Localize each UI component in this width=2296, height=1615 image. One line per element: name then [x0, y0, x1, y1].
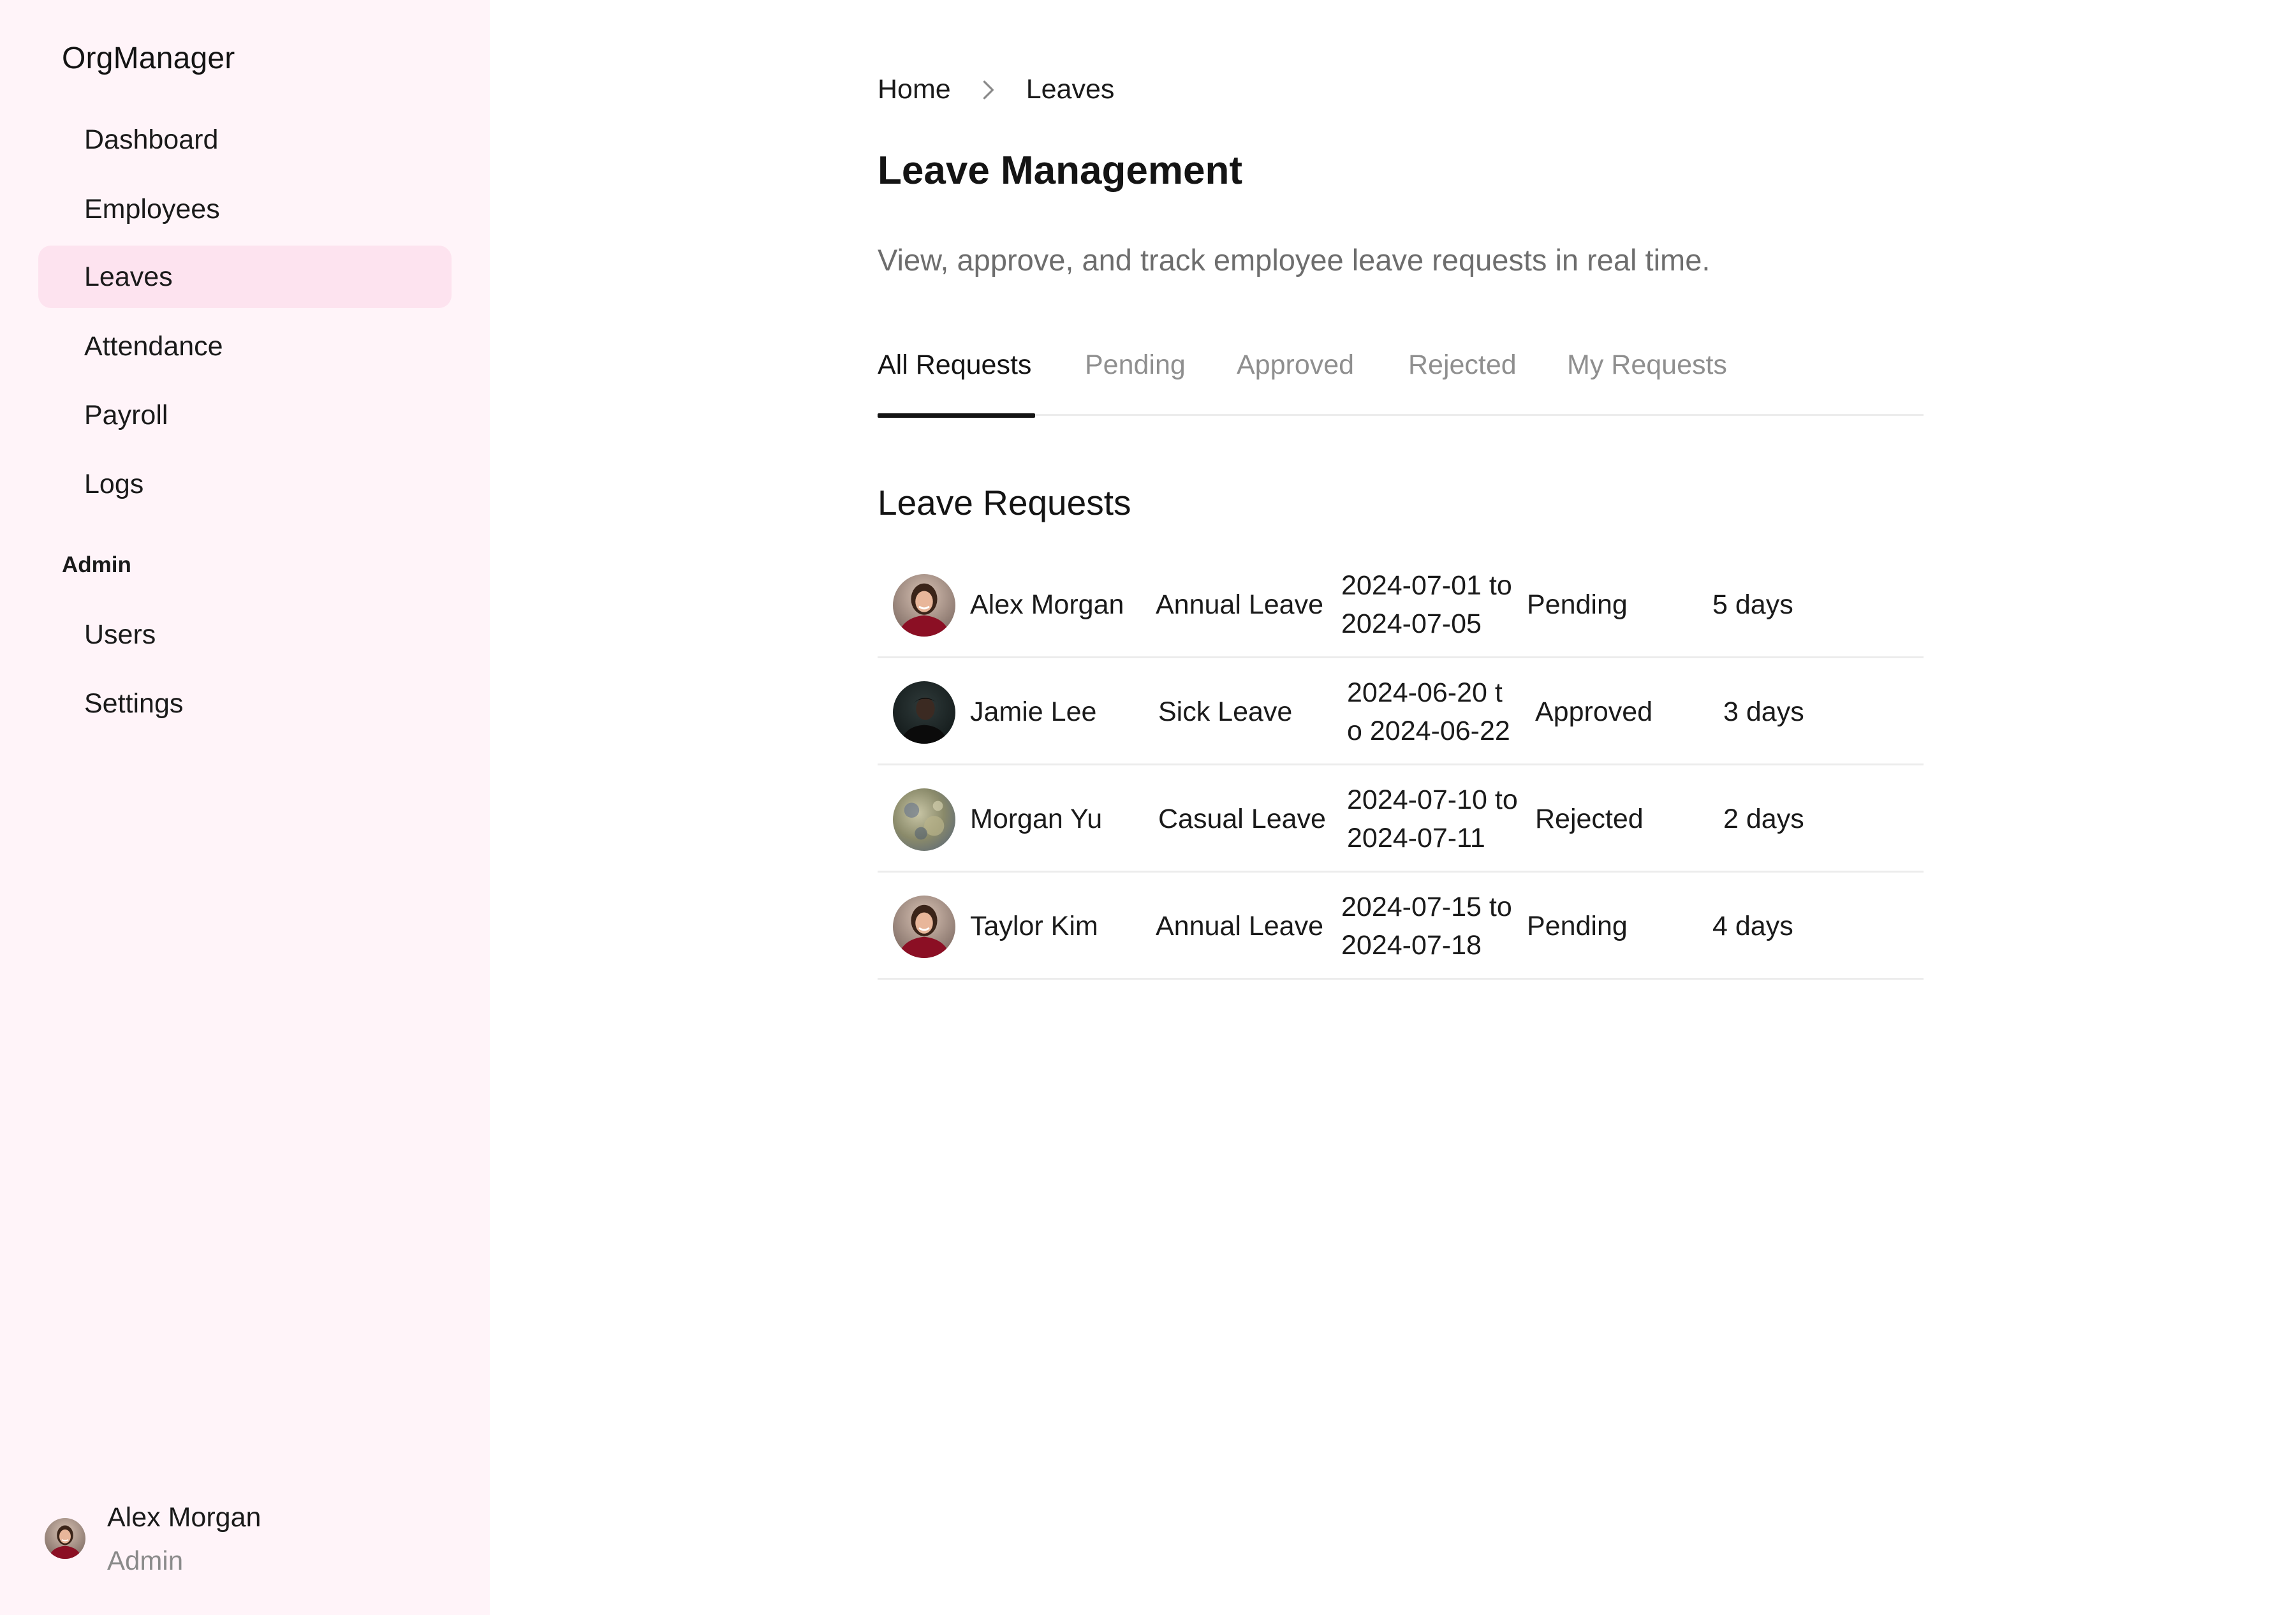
sidebar-item-settings[interactable]: Settings [38, 672, 452, 735]
tab-approved[interactable]: Approved [1237, 350, 1354, 416]
employee-name: Jamie Lee [970, 697, 1097, 727]
avatar [893, 681, 955, 744]
sidebar-item-label: Users [84, 619, 156, 650]
status-badge: Pending [1527, 911, 1628, 941]
breadcrumb: Home Leaves [878, 74, 1114, 105]
tab-pending[interactable]: Pending [1085, 350, 1186, 416]
page-title: Leave Management [878, 149, 1242, 193]
leave-duration: 3 days [1723, 697, 1804, 727]
sidebar-item-attendance[interactable]: Attendance [38, 315, 452, 378]
breadcrumb-home[interactable]: Home [878, 74, 951, 105]
table-row[interactable]: Alex Morgan Annual Leave 2024-07-01 to 2… [878, 551, 1924, 658]
sidebar-item-label: Settings [84, 688, 184, 719]
employee-name: Taylor Kim [970, 911, 1098, 941]
leave-duration: 5 days [1712, 589, 1793, 620]
tab-all-requests[interactable]: All Requests [878, 350, 1036, 418]
sidebar-item-dashboard[interactable]: Dashboard [38, 108, 452, 171]
sidebar-item-logs[interactable]: Logs [38, 453, 452, 515]
sidebar-item-label: Logs [84, 468, 144, 499]
sidebar-item-label: Leaves [84, 261, 173, 292]
table-row[interactable]: Morgan Yu Casual Leave 2024-07-10 to 202… [878, 765, 1924, 873]
sidebar-item-users[interactable]: Users [38, 603, 452, 666]
sidebar-item-label: Payroll [84, 399, 168, 431]
employee-name: Alex Morgan [970, 589, 1124, 620]
brand-name: OrgManager [62, 41, 235, 75]
sidebar-item-leaves[interactable]: Leaves [38, 246, 452, 308]
breadcrumb-current: Leaves [1026, 74, 1115, 105]
leave-requests-table: Alex Morgan Annual Leave 2024-07-01 to 2… [878, 551, 1924, 980]
leave-type: Annual Leave [1156, 911, 1323, 941]
leave-dates: 2024-06-20 to 2024-06-22 [1347, 677, 1510, 746]
avatar [45, 1518, 85, 1559]
leave-dates: 2024-07-15 to 2024-07-18 [1341, 892, 1512, 961]
status-badge: Pending [1527, 589, 1628, 620]
leave-duration: 2 days [1723, 804, 1804, 834]
sidebar-item-label: Attendance [84, 330, 223, 362]
current-user-name: Alex Morgan [107, 1502, 261, 1533]
leave-type: Sick Leave [1158, 697, 1293, 727]
leave-type: Casual Leave [1158, 804, 1326, 834]
tab-rejected[interactable]: Rejected [1408, 350, 1517, 416]
leave-dates: 2024-07-01 to 2024-07-05 [1341, 570, 1512, 639]
sidebar-item-label: Dashboard [84, 124, 219, 155]
tab-my-requests[interactable]: My Requests [1567, 350, 1727, 416]
status-badge: Approved [1535, 697, 1653, 727]
leave-duration: 4 days [1712, 911, 1793, 941]
table-row[interactable]: Taylor Kim Annual Leave 2024-07-15 to 20… [878, 873, 1924, 980]
current-user-role: Admin [107, 1545, 184, 1575]
sidebar-item-label: Employees [84, 193, 220, 225]
leave-type: Annual Leave [1156, 589, 1323, 620]
chevron-right-icon [974, 76, 1002, 104]
tab-bar: All Requests Pending Approved Rejected M… [878, 350, 1924, 418]
status-badge: Rejected [1535, 804, 1644, 834]
app-root: OrgManager Dashboard Employees Leaves At… [0, 0, 2296, 1615]
current-user-card[interactable]: Alex Morgan Admin [45, 1495, 261, 1582]
sidebar-item-payroll[interactable]: Payroll [38, 384, 452, 446]
avatar [893, 788, 955, 851]
avatar [893, 896, 955, 958]
sidebar: OrgManager Dashboard Employees Leaves At… [0, 0, 490, 1615]
employee-name: Morgan Yu [970, 804, 1103, 834]
leave-dates: 2024-07-10 to 2024-07-11 [1347, 785, 1518, 853]
avatar [893, 574, 955, 637]
sidebar-item-employees[interactable]: Employees [38, 178, 452, 240]
page-subtitle: View, approve, and track employee leave … [878, 243, 1711, 277]
table-row[interactable]: Jamie Lee Sick Leave 2024-06-20 to 2024-… [878, 658, 1924, 765]
leave-requests-title: Leave Requests [878, 483, 1131, 522]
sidebar-section-admin: Admin [62, 552, 131, 577]
